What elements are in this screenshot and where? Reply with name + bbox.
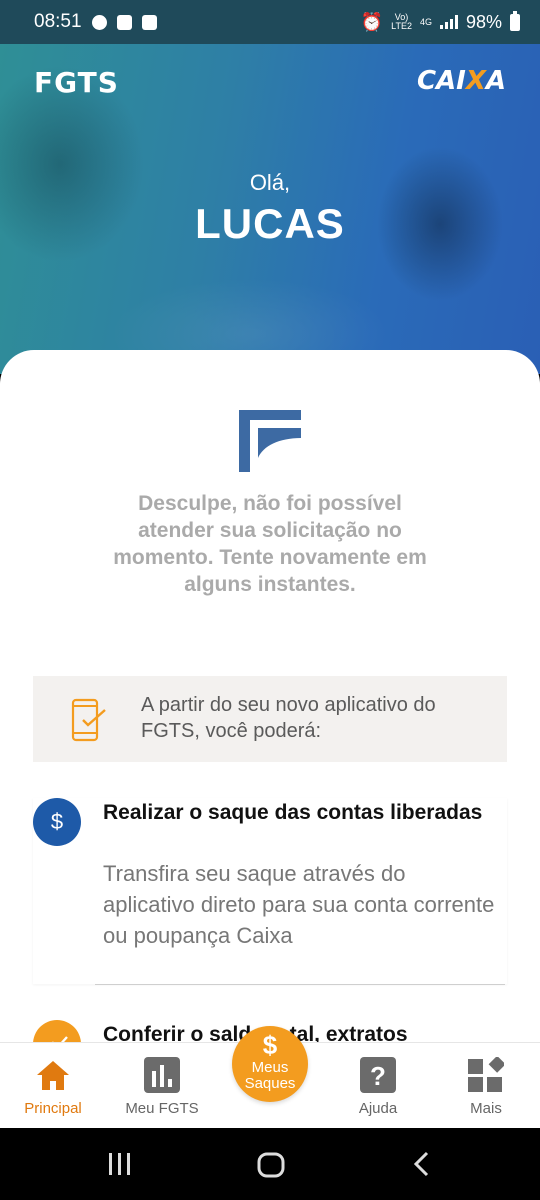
feature-title: Realizar o saque das contas liberadas — [103, 801, 483, 824]
volte-indicator: Vo) LTE2 — [391, 13, 412, 31]
help-icon: ? — [360, 1057, 396, 1093]
dollar-icon: $ — [33, 798, 81, 846]
status-bar: 08:51 ⏰ Vo) LTE2 4G 98% — [0, 0, 540, 44]
battery-icon — [510, 10, 520, 31]
feature-saque[interactable]: $ Realizar o saque das contas liberadas … — [33, 798, 507, 984]
divider — [95, 984, 505, 985]
nav-meu-fgts[interactable]: Meu FGTS — [117, 1043, 207, 1129]
home-icon — [37, 1061, 69, 1090]
hero-banner: FGTS CAIXA Olá, LUCAS — [0, 44, 540, 374]
recent-apps-button[interactable] — [106, 1150, 134, 1178]
back-button[interactable] — [410, 1150, 434, 1178]
nav-ajuda[interactable]: ? Ajuda — [333, 1043, 423, 1129]
caixa-logo-text: CAI — [416, 66, 466, 96]
notification-app-icon — [141, 14, 157, 30]
greeting: Olá, — [249, 170, 291, 195]
nav-principal[interactable]: Principal — [8, 1043, 98, 1129]
meus-saques-label: Meus Saques — [232, 1060, 308, 1092]
fgts-mark-icon — [239, 410, 301, 472]
dollar-icon: $ — [262, 1030, 278, 1060]
notification-app-icon — [116, 14, 132, 30]
caixa-logo-text-end: A — [485, 66, 506, 96]
feature-description: Transfira seu saque através do aplicativ… — [103, 861, 495, 948]
signal-icon — [439, 15, 458, 29]
caixa-logo-x: X — [465, 66, 486, 96]
chrome-icon — [91, 14, 107, 30]
info-box: A partir do seu novo aplicativo do FGTS,… — [33, 676, 507, 762]
phone-check-icon — [71, 698, 106, 742]
home-button[interactable] — [256, 1150, 286, 1180]
bar-chart-icon — [144, 1057, 180, 1093]
battery-percent: 98% — [465, 11, 502, 32]
nav-principal-label: Principal — [24, 1100, 82, 1117]
meus-saques-button[interactable]: $ Meus Saques — [232, 1026, 308, 1102]
nav-mais-label: Mais — [470, 1100, 502, 1117]
lte-label: LTE2 — [391, 21, 412, 31]
meus-saques-label-line1: Meus — [251, 1059, 289, 1076]
alarm-icon: ⏰ — [360, 11, 384, 32]
meus-saques-label-line2: Saques — [244, 1075, 296, 1092]
error-message: Desculpe, não foi possível atender sua s… — [113, 492, 427, 596]
info-text: A partir do seu novo aplicativo do FGTS,… — [141, 694, 436, 742]
svg-text:?: ? — [370, 1061, 386, 1091]
system-nav-bar — [0, 1128, 540, 1200]
nav-ajuda-label: Ajuda — [358, 1100, 398, 1117]
fgts-logo: FGTS — [34, 66, 119, 99]
nav-meu-fgts-label: Meu FGTS — [125, 1100, 199, 1117]
network-type: 4G — [419, 16, 432, 27]
caixa-logo: CAIXA — [417, 66, 506, 96]
nav-mais[interactable]: Mais — [441, 1043, 531, 1129]
grid-more-icon — [468, 1057, 504, 1092]
clock: 08:51 — [34, 11, 82, 32]
user-name: LUCAS — [195, 200, 345, 247]
main-content[interactable]: Desculpe, não foi possível atender sua s… — [0, 350, 540, 1050]
